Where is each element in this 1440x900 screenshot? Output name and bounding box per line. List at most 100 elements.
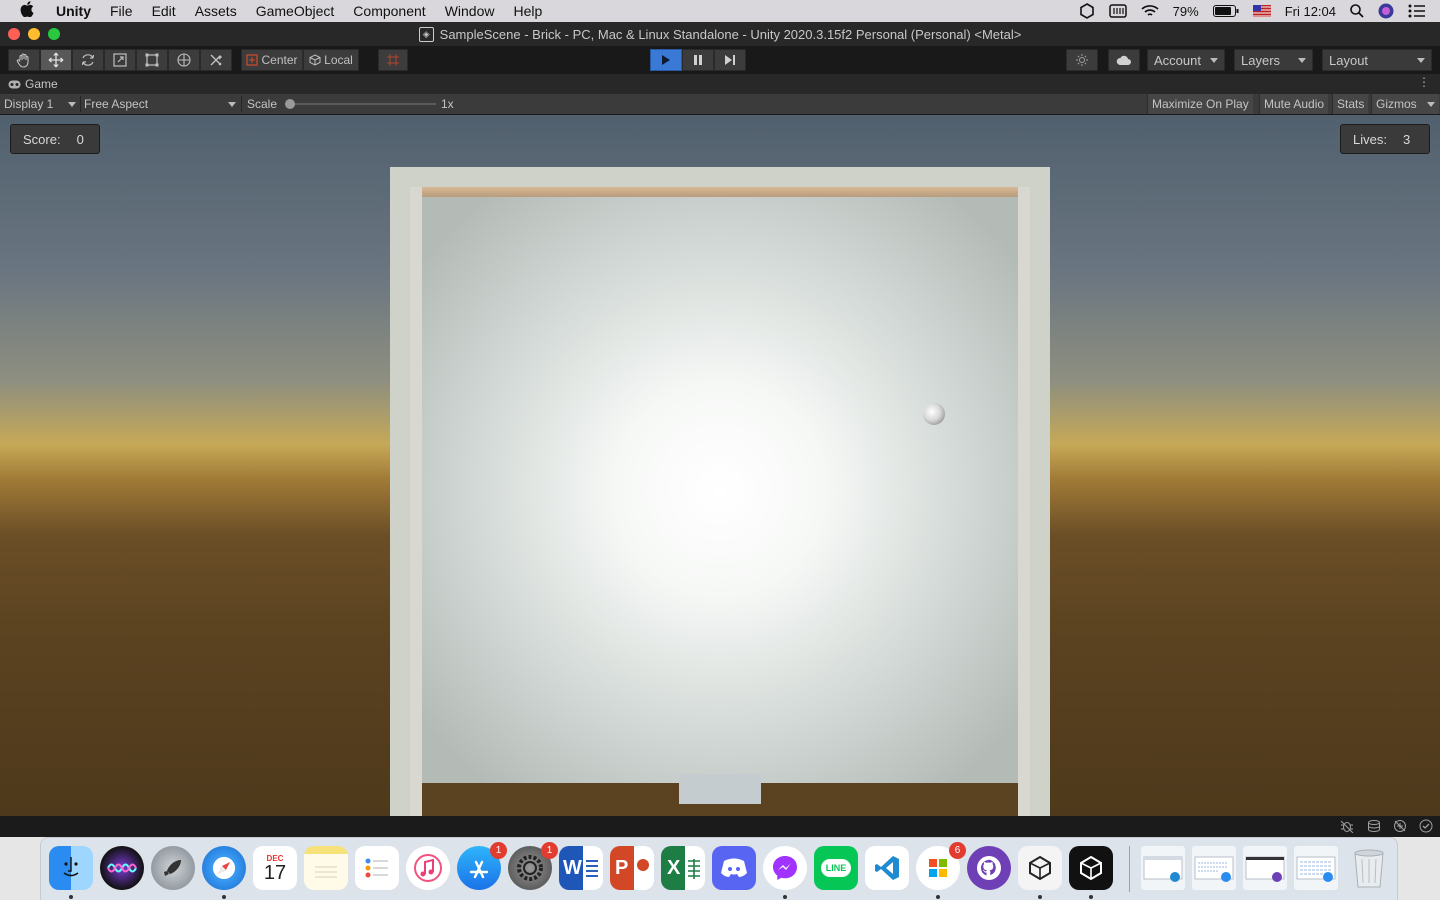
minimized-window-thumbnail-2[interactable] <box>1192 846 1236 890</box>
unity-toolbar: Center Local Account Layers Layout <box>0 46 1440 74</box>
siri-icon[interactable] <box>100 846 144 890</box>
notification-center-icon[interactable] <box>1408 4 1426 18</box>
custom-tool-button[interactable] <box>200 49 232 71</box>
aspect-dropdown[interactable]: Free Aspect <box>84 94 238 114</box>
collab-button[interactable] <box>1066 49 1098 71</box>
mute-audio-toggle[interactable]: Mute Audio <box>1259 94 1329 114</box>
rect-tool-button[interactable] <box>136 49 168 71</box>
scale-slider[interactable] <box>288 103 436 105</box>
microsoft-store-icon[interactable]: 6 <box>916 842 966 890</box>
unity-hub-icon[interactable] <box>1018 846 1062 890</box>
scale-icon <box>113 53 127 67</box>
grid-snap-icon <box>387 54 399 66</box>
unity-editor-icon[interactable] <box>1069 846 1113 890</box>
menu-gameobject[interactable]: GameObject <box>256 3 335 19</box>
pivot-rotation-toggle[interactable]: Local <box>303 49 359 71</box>
pivot-center-toggle[interactable]: Center <box>241 49 303 71</box>
layers-dropdown[interactable]: Layers <box>1234 49 1313 71</box>
battery-percent: 79% <box>1172 3 1199 19</box>
account-dropdown[interactable]: Account <box>1147 49 1225 71</box>
chevron-down-icon <box>1417 58 1425 63</box>
unity-hub-status-icon[interactable] <box>1079 3 1095 19</box>
input-source-flag-icon[interactable] <box>1252 5 1271 17</box>
debug-bug-icon[interactable] <box>1340 819 1354 834</box>
discord-icon[interactable] <box>712 846 756 890</box>
minimized-window-thumbnail-1[interactable] <box>1141 846 1185 890</box>
menu-edit[interactable]: Edit <box>152 3 176 19</box>
calendar-day: 17 <box>263 861 287 884</box>
scale-tool-button[interactable] <box>104 49 136 71</box>
menu-file[interactable]: File <box>110 3 133 19</box>
cache-server-icon[interactable] <box>1367 819 1381 833</box>
word-icon[interactable]: W <box>559 846 603 890</box>
gizmos-label: Gizmos <box>1376 97 1417 111</box>
spotlight-search-icon[interactable] <box>1350 4 1364 18</box>
game-viewport[interactable]: Score: 0 Lives: 3 <box>0 115 1440 816</box>
github-desktop-icon[interactable] <box>967 846 1011 890</box>
wifi-icon[interactable] <box>1141 4 1159 18</box>
layers-label: Layers <box>1241 52 1281 68</box>
game-tab-row: Game ⋮ <box>0 74 1440 94</box>
window-titlebar[interactable]: ◈ SampleScene - Brick - PC, Mac & Linux … <box>0 22 1440 46</box>
music-icon[interactable] <box>406 846 450 890</box>
trash-icon[interactable] <box>1347 846 1391 890</box>
line-icon[interactable]: LINE <box>814 846 858 890</box>
rotate-tool-button[interactable] <box>72 49 104 71</box>
display-dropdown[interactable]: Display 1 <box>4 94 78 114</box>
hand-tool-button[interactable] <box>8 49 40 71</box>
reminders-icon[interactable] <box>355 846 399 890</box>
chevron-down-icon <box>1298 58 1306 63</box>
auto-generate-lighting-icon[interactable] <box>1393 819 1407 833</box>
siri-icon[interactable] <box>1378 3 1394 19</box>
menu-window[interactable]: Window <box>445 3 495 19</box>
memory-status-icon[interactable] <box>1108 4 1127 18</box>
notes-icon[interactable] <box>304 846 348 890</box>
menu-component[interactable]: Component <box>353 3 425 19</box>
step-button[interactable] <box>714 49 746 71</box>
safari-compass-icon[interactable] <box>202 846 246 890</box>
minimize-window-button[interactable] <box>28 28 40 40</box>
minimized-window-thumbnail-4[interactable] <box>1294 846 1338 890</box>
minimized-window-thumbnail-3[interactable] <box>1243 846 1287 890</box>
ball <box>923 403 945 425</box>
transform-icon <box>177 53 191 67</box>
excel-icon[interactable]: X <box>661 846 705 890</box>
powerpoint-icon[interactable]: P <box>610 846 654 890</box>
calendar-icon[interactable]: DEC 17 <box>253 846 297 890</box>
move-tool-button[interactable] <box>40 49 72 71</box>
tab-game-label: Game <box>25 77 58 91</box>
apple-menu-icon[interactable] <box>20 0 40 22</box>
scale-value: 1x <box>441 97 454 111</box>
progress-checkmark-icon[interactable] <box>1419 819 1433 833</box>
account-label: Account <box>1154 52 1201 68</box>
close-window-button[interactable] <box>8 28 20 40</box>
play-area-background <box>422 197 1018 783</box>
zoom-window-button[interactable] <box>48 28 60 40</box>
menu-assets[interactable]: Assets <box>195 3 237 19</box>
vscode-icon[interactable] <box>865 846 909 890</box>
gizmos-dropdown[interactable]: Gizmos <box>1371 94 1439 114</box>
finder-icon[interactable] <box>49 846 93 890</box>
grid-snapping-button[interactable] <box>378 49 408 71</box>
transform-tool-button[interactable] <box>168 49 200 71</box>
app-store-icon[interactable]: 1 <box>457 842 507 890</box>
cloud-button[interactable] <box>1108 49 1140 71</box>
stats-toggle[interactable]: Stats <box>1332 94 1369 114</box>
tab-options-kebab-icon[interactable]: ⋮ <box>1418 76 1430 88</box>
battery-icon[interactable] <box>1212 5 1239 17</box>
maximize-on-play-toggle[interactable]: Maximize On Play <box>1147 94 1253 114</box>
pause-button[interactable] <box>682 49 714 71</box>
menu-unity[interactable]: Unity <box>56 3 91 19</box>
menu-help[interactable]: Help <box>513 3 542 19</box>
menubar-clock[interactable]: Fri 12:04 <box>1285 4 1336 19</box>
launchpad-rocket-icon[interactable] <box>151 846 195 890</box>
layout-dropdown[interactable]: Layout <box>1322 49 1432 71</box>
messenger-icon[interactable] <box>763 846 807 890</box>
left-wall <box>410 187 422 816</box>
chevron-down-icon <box>1210 58 1218 63</box>
system-preferences-gear-icon[interactable]: 1 <box>508 842 558 890</box>
unity-document-icon: ◈ <box>418 26 434 42</box>
tab-game[interactable]: Game <box>8 77 58 91</box>
scale-slider-thumb[interactable] <box>285 99 295 109</box>
play-button[interactable] <box>650 49 682 71</box>
